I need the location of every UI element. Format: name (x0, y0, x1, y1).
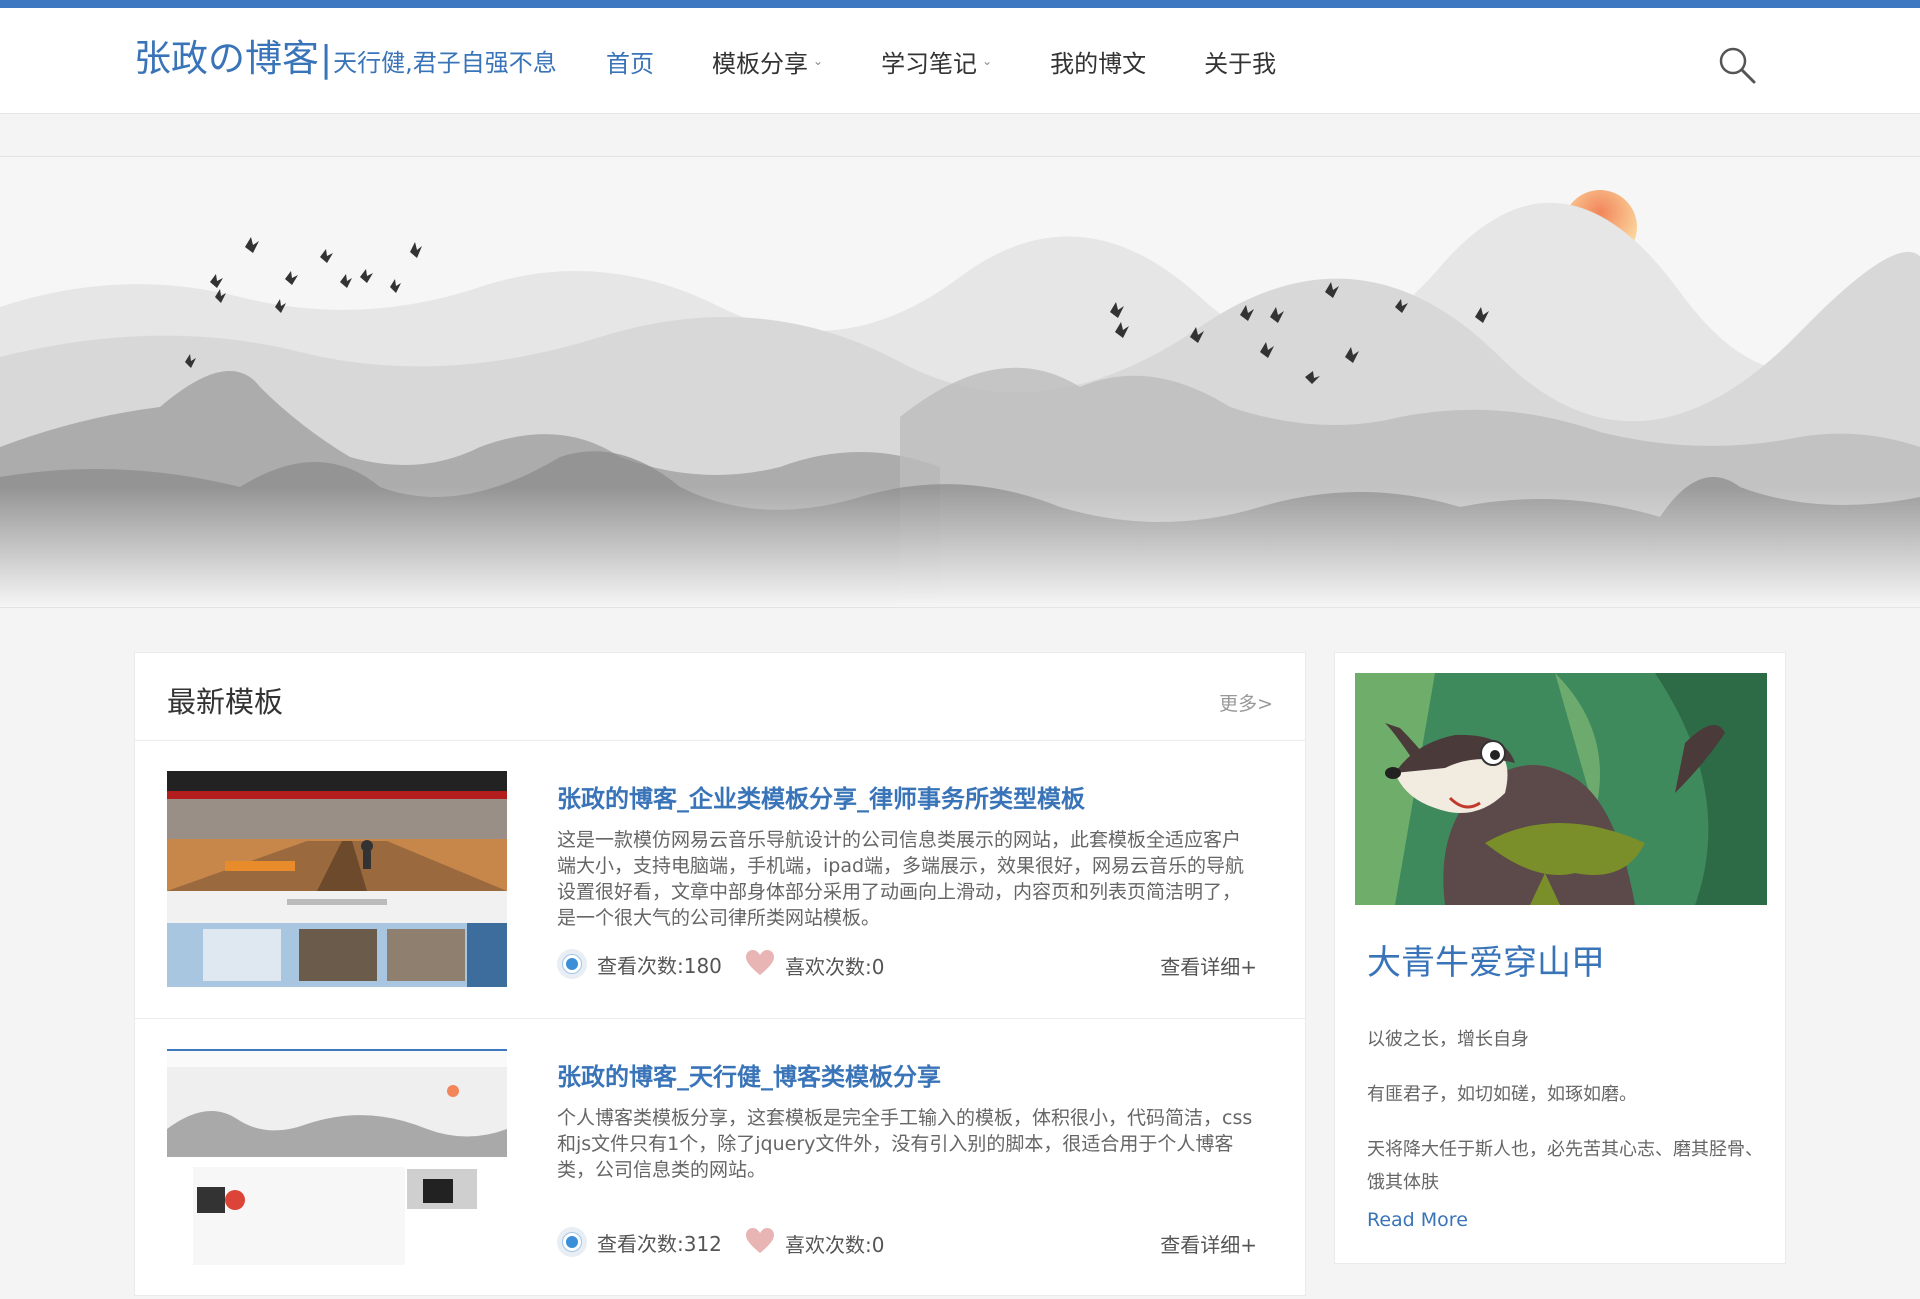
nav-item-home[interactable]: 首页 (606, 44, 654, 79)
article-description: 这是一款模仿网易云音乐导航设计的公司信息类展示的网站，此套模板全适应客户端大小，… (557, 829, 1245, 929)
logo-divider: | (320, 39, 333, 80)
like-count[interactable]: 喜欢次数:0 (745, 949, 884, 982)
more-link[interactable]: 更多> (1219, 689, 1273, 716)
nav-label: 学习笔记 (881, 49, 978, 78)
article-meta: 查看次数:180 喜欢次数:0 查看详细+ (557, 949, 1257, 981)
article-item: 张政的博客_天行健_博客类模板分享 个人博客类模板分享，这套模板是完全手工输入的… (135, 1019, 1305, 1297)
blog-template-preview (167, 1049, 507, 1265)
sidebar-title: 大青牛爱穿山甲 (1367, 943, 1605, 983)
sidebar-quote: 天将降大任于斯人也，必先苦其心志、磨其胫骨、饿其体肤 (1367, 1139, 1763, 1193)
article-item: 张政的博客_企业类模板分享_律师事务所类型模板 这是一款模仿网易云音乐导航设计的… (135, 741, 1305, 1019)
top-accent-line (0, 0, 1920, 8)
article-thumbnail[interactable] (167, 771, 507, 987)
sidebar-quote: 有匪君子，如切如磋，如琢如磨。 (1367, 1084, 1637, 1105)
article-meta: 查看次数:312 喜欢次数:0 查看详细+ (557, 1227, 1257, 1259)
law-firm-template-preview (167, 771, 507, 987)
chevron-down-icon: ⌄ (813, 54, 824, 68)
article-thumbnail[interactable] (167, 1049, 507, 1265)
card-header: 最新模板 更多> (135, 653, 1305, 741)
site-logo[interactable]: 张政の博客 | 天行健,君子自强不息 (134, 28, 557, 88)
view-detail-link[interactable]: 查看详细+ (1160, 1229, 1257, 1258)
sidebar-motto: 以彼之长，增长自身 (1367, 1029, 1529, 1050)
view-count-text: 查看次数:180 (597, 953, 722, 978)
read-more-link[interactable]: Read More (1367, 1209, 1468, 1231)
eye-icon (557, 949, 587, 979)
article-description: 个人博客类模板分享，这套模板是完全手工输入的模板，体积很小，代码简洁，css和j… (557, 1107, 1253, 1181)
nav-label: 关于我 (1204, 49, 1277, 78)
like-count[interactable]: 喜欢次数:0 (745, 1227, 884, 1260)
view-count-text: 查看次数:312 (597, 1231, 722, 1256)
like-count-text: 喜欢次数:0 (785, 1233, 885, 1257)
eye-icon (557, 1227, 587, 1257)
nav-item-notes[interactable]: 学习笔记 ⌄ (881, 44, 992, 79)
view-detail-link[interactable]: 查看详细+ (1160, 951, 1257, 980)
article-title[interactable]: 张政的博客_天行健_博客类模板分享 (557, 1057, 941, 1092)
ink-landscape-illustration (0, 157, 1920, 607)
logo-title: 张政の博客 (134, 37, 319, 80)
heart-icon (745, 1227, 775, 1260)
search-icon[interactable] (1716, 44, 1758, 86)
cartoon-badger-illustration (1355, 673, 1767, 905)
nav-item-templates[interactable]: 模板分享 ⌄ (712, 44, 823, 79)
nav-label: 首页 (606, 49, 654, 78)
hero-banner (0, 156, 1920, 608)
latest-templates-card: 最新模板 更多> 张政的博客_企业类模板分享_律师事务所类型模板 这是一款模仿网… (134, 652, 1306, 1296)
main-nav: 首页 模板分享 ⌄ 学习笔记 ⌄ 我的博文 关于我 (606, 8, 1334, 114)
site-header: 张政の博客 | 天行健,君子自强不息 首页 模板分享 ⌄ 学习笔记 ⌄ 我的博文 关… (0, 8, 1920, 114)
nav-label: 我的博文 (1050, 49, 1147, 78)
profile-image (1355, 673, 1767, 905)
logo-motto: 天行健,君子自强不息 (333, 49, 557, 77)
card-title: 最新模板 (167, 685, 284, 719)
view-count: 查看次数:312 (557, 1227, 722, 1257)
nav-item-about[interactable]: 关于我 (1204, 44, 1276, 79)
nav-item-my-posts[interactable]: 我的博文 (1050, 44, 1146, 79)
view-count: 查看次数:180 (557, 949, 722, 979)
profile-sidebar: 大青牛爱穿山甲 以彼之长，增长自身 有匪君子，如切如磋，如琢如磨。 天将降大任于… (1334, 652, 1786, 1264)
like-count-text: 喜欢次数:0 (785, 955, 885, 979)
article-title[interactable]: 张政的博客_企业类模板分享_律师事务所类型模板 (557, 779, 1085, 814)
nav-label: 模板分享 (712, 49, 808, 78)
chevron-down-icon: ⌄ (982, 54, 993, 68)
heart-icon (745, 949, 775, 982)
